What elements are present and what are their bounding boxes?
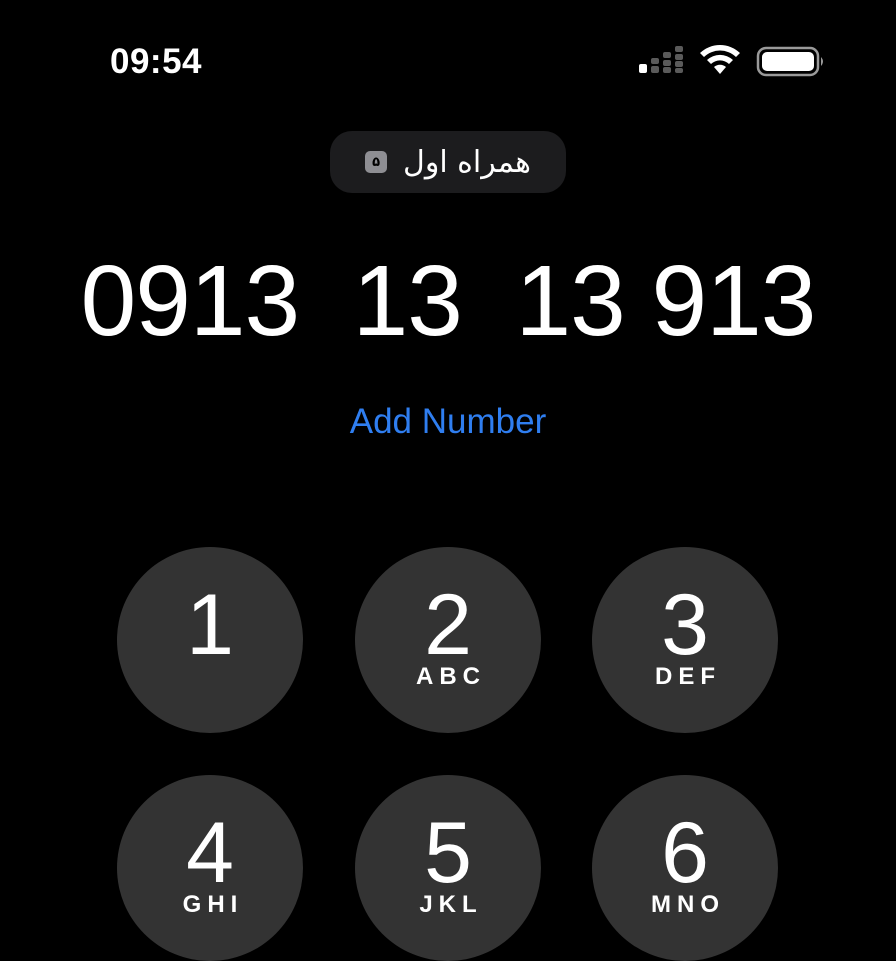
carrier-name: همراه اول [403, 144, 531, 180]
key-6[interactable]: 6 MNO [592, 775, 778, 961]
key-digit: 1 [186, 577, 234, 673]
status-time: 09:54 [110, 42, 203, 81]
key-letters: ABC [416, 663, 486, 690]
key-digit: 4 [186, 805, 234, 901]
add-number-button[interactable]: Add Number [0, 402, 896, 442]
battery-icon [756, 46, 823, 77]
key-letters: GHI [182, 891, 244, 918]
key-digit: 5 [424, 805, 472, 901]
key-4[interactable]: 4 GHI [117, 775, 303, 961]
key-letters: JKL [419, 891, 483, 918]
sim-icon: ۵ [365, 151, 388, 173]
key-1[interactable]: 1 [117, 547, 303, 733]
key-digit: 6 [661, 805, 709, 901]
key-digit: 3 [661, 577, 709, 673]
key-digit: 2 [424, 577, 472, 673]
key-2[interactable]: 2 ABC [355, 547, 541, 733]
key-3[interactable]: 3 DEF [592, 547, 778, 733]
dialed-number: 0913 13 13 913 [80, 245, 817, 357]
key-letters: DEF [655, 663, 721, 690]
status-icons [638, 44, 828, 78]
cellular-signal-icon [639, 46, 683, 73]
key-letters: MNO [651, 891, 725, 918]
key-5[interactable]: 5 JKL [355, 775, 541, 961]
wifi-icon [700, 45, 740, 74]
carrier-selector[interactable]: ۵ همراه اول [330, 131, 566, 193]
